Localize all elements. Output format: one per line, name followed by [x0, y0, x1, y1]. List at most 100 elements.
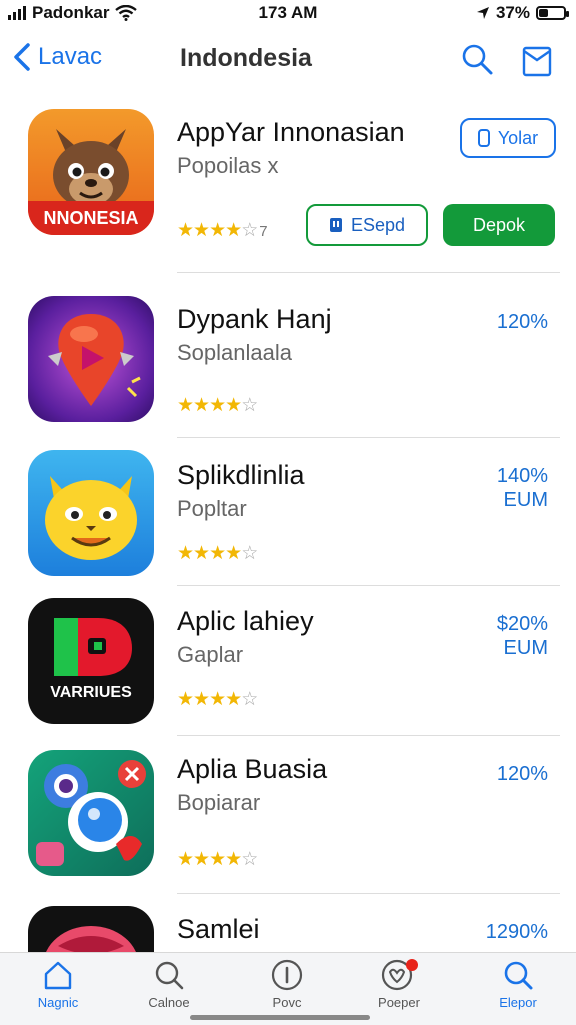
letter-d-logo-icon — [54, 618, 132, 676]
app-name: Dypank Hanj — [177, 304, 332, 334]
app-name: Samlei — [177, 914, 260, 944]
tab-label: Poeper — [378, 995, 420, 1010]
price-primary: 140% — [496, 465, 548, 487]
tab-label: Calnoe — [148, 995, 190, 1010]
search-icon — [504, 961, 533, 990]
price-secondary: EUM — [503, 489, 548, 511]
chevron-left-icon — [14, 43, 30, 71]
star-icon: ★ — [225, 543, 242, 564]
price-label: 120% — [497, 310, 548, 334]
get-button[interactable]: Yolar — [460, 118, 556, 158]
star-icon: ★ — [193, 689, 210, 710]
price-primary: 120% — [496, 763, 548, 785]
star-icon: ★ — [193, 220, 210, 241]
price-primary: 1290% — [485, 921, 548, 943]
star-icon: ★ — [177, 849, 194, 870]
star-icon: ★ — [225, 395, 242, 416]
list-item[interactable]: Splikdlinlia Popltar ★★★★☆ 140% EUM — [0, 446, 576, 586]
divider — [177, 272, 560, 273]
star-icon: ★ — [209, 849, 226, 870]
app-icon: NNONESIA — [28, 109, 154, 235]
star-icon: ★ — [193, 849, 210, 870]
tab-label: Nagnic — [37, 995, 79, 1010]
star-icon: ★ — [209, 689, 226, 710]
star-icon: ★ — [225, 689, 242, 710]
location-arrow-icon — [476, 7, 489, 19]
status-bar: Padonkar 173 AM 37% — [0, 0, 576, 28]
star-rating: ★★★★☆ 7 — [177, 219, 268, 242]
star-icon: ☆ — [241, 849, 258, 870]
get-button-label: Yolar — [497, 127, 539, 148]
app-name: Aplic lahiey — [177, 606, 314, 636]
price-secondary: EUM — [503, 637, 548, 659]
app-icon — [28, 296, 154, 422]
map-pin-icon — [48, 314, 141, 406]
list-item[interactable]: VARRIUES Aplic lahiey Gaplar ★★★★☆ $20% … — [0, 594, 576, 734]
details-button-label: ESepd — [350, 214, 406, 235]
app-subtitle: Popoilas x — [177, 153, 279, 178]
app-icon: VARRIUES — [28, 598, 154, 724]
tab-explore[interactable]: Elepor — [473, 959, 563, 1010]
star-icon: ★ — [177, 689, 194, 710]
divider — [177, 735, 560, 736]
list-item[interactable]: Samlei 1290% — [0, 902, 576, 952]
list-item[interactable]: Aplia Buasia Bopiarar ★★★★☆ 120% — [0, 746, 576, 896]
star-icon: ☆ — [241, 220, 258, 241]
details-button[interactable]: ESepd — [306, 204, 428, 246]
back-label: Lavac — [38, 43, 103, 70]
battery-icon — [536, 6, 569, 20]
cat-face-icon — [45, 476, 137, 560]
featured-app[interactable]: NNONESIA AppYar Innonasian Popoilas x ★★… — [0, 105, 576, 275]
tab-label: Povc — [272, 995, 302, 1010]
app-subtitle: Bopiarar — [177, 790, 261, 815]
bubbles-icon — [36, 760, 146, 866]
cat-face-icon — [46, 926, 136, 952]
star-icon: ★ — [177, 395, 194, 416]
star-icon: ★ — [225, 220, 242, 241]
price-primary: $20% — [496, 613, 548, 635]
tab-search[interactable]: Calnoe — [124, 959, 214, 1010]
price-label: 1290% — [486, 920, 548, 944]
page-title: Indondesia — [180, 44, 312, 72]
search-icon[interactable] — [460, 42, 494, 76]
phone-icon — [477, 129, 490, 147]
icon-banner: NNONESIA — [28, 201, 154, 235]
star-icon: ★ — [193, 543, 210, 564]
star-icon: ★ — [209, 395, 226, 416]
star-icon: ★ — [225, 849, 242, 870]
star-icon: ★ — [209, 220, 226, 241]
price-label: 120% — [497, 762, 548, 786]
star-icon: ★ — [177, 220, 194, 241]
app-icon — [28, 450, 154, 576]
app-icon — [28, 906, 154, 952]
price-label: $20% EUM — [497, 612, 548, 660]
star-rating: ★★★★☆ — [177, 394, 258, 417]
search-icon — [155, 961, 184, 990]
tab-favorites[interactable]: Poeper — [354, 959, 444, 1010]
app-subtitle: Gaplar — [177, 642, 244, 667]
app-name: Aplia Buasia — [177, 754, 328, 784]
icon-caption: VARRIUES — [50, 684, 132, 701]
tab-info[interactable]: Povc — [242, 959, 332, 1010]
app-subtitle: Popltar — [177, 496, 247, 521]
tab-home[interactable]: Nagnic — [13, 959, 103, 1010]
info-circle-icon — [271, 959, 303, 991]
divider — [177, 893, 560, 894]
star-rating: ★★★★☆ — [177, 688, 258, 711]
star-icon: ☆ — [241, 689, 258, 710]
battery-percent: 37% — [495, 3, 530, 22]
list-item[interactable]: Dypank Hanj Soplanlaala ★★★★☆ 120% — [0, 290, 576, 438]
share-icon[interactable] — [520, 42, 554, 78]
star-rating: ★★★★☆ — [177, 542, 258, 565]
tab-label: Elepor — [499, 995, 537, 1010]
star-rating: ★★★★☆ — [177, 848, 258, 871]
app-icon — [28, 750, 154, 876]
app-subtitle: Soplanlaala — [177, 340, 292, 365]
star-icon: ★ — [177, 543, 194, 564]
star-icon: ★ — [209, 543, 226, 564]
download-button[interactable]: Depok — [443, 204, 555, 246]
back-button[interactable]: Lavac — [12, 42, 102, 72]
home-indicator — [190, 1015, 370, 1020]
star-icon: ★ — [193, 395, 210, 416]
rating-count: 7 — [259, 223, 268, 240]
